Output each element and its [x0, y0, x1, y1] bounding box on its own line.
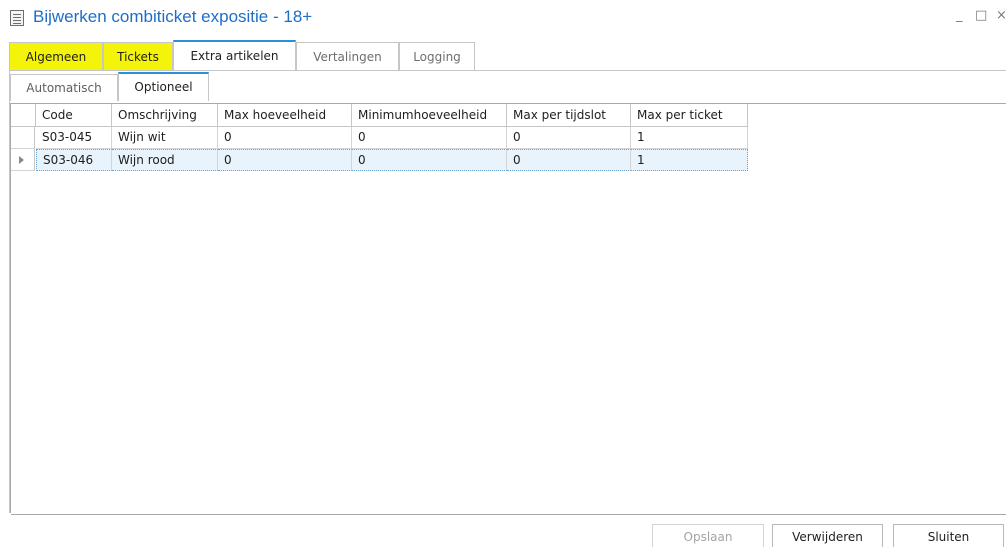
- row-selector[interactable]: [11, 127, 35, 149]
- current-row-arrow-icon: [19, 156, 24, 164]
- column-header-max-per-tijdslot[interactable]: Max per tijdslot: [507, 104, 631, 127]
- subtab-optioneel[interactable]: Optioneel: [118, 72, 209, 101]
- cell-code[interactable]: S03-045: [36, 127, 112, 149]
- row-selector[interactable]: [11, 149, 35, 171]
- articles-grid[interactable]: Code Omschrijving Max hoeveelheid Minimu…: [10, 103, 1006, 515]
- cell-max-per-ticket[interactable]: 1: [631, 149, 748, 171]
- column-header-code[interactable]: Code: [36, 104, 112, 127]
- cell-max-per-ticket[interactable]: 1: [631, 127, 748, 149]
- tab-algemeen[interactable]: Algemeen: [9, 42, 103, 70]
- cell-omschrijving[interactable]: Wijn rood: [112, 149, 218, 171]
- maximize-button[interactable]: □: [975, 8, 987, 23]
- document-icon: [10, 10, 24, 26]
- close-window-button[interactable]: ×: [996, 8, 1006, 23]
- tab-tickets[interactable]: Tickets: [103, 42, 173, 70]
- grid-bottom-border: [11, 514, 1006, 515]
- grid-corner: [11, 104, 36, 127]
- save-button[interactable]: Opslaan: [652, 524, 764, 547]
- column-header-max-hoeveelheid[interactable]: Max hoeveelheid: [218, 104, 352, 127]
- tab-logging[interactable]: Logging: [399, 42, 475, 70]
- cell-max-hoeveelheid[interactable]: 0: [218, 127, 352, 149]
- column-header-minimumhoeveelheid[interactable]: Minimumhoeveelheid: [352, 104, 507, 127]
- cell-max-per-tijdslot[interactable]: 0: [507, 127, 631, 149]
- title-bar: Bijwerken combiticket expositie - 18+ _ …: [0, 0, 1006, 36]
- extra-artikelen-panel: Automatisch Optioneel Code Omschrijving …: [9, 70, 1006, 515]
- window-title: Bijwerken combiticket expositie - 18+: [33, 7, 313, 26]
- subtab-automatisch[interactable]: Automatisch: [10, 74, 118, 101]
- tab-extra-artikelen[interactable]: Extra artikelen: [173, 40, 296, 70]
- cell-minimumhoeveelheid[interactable]: 0: [352, 149, 507, 171]
- delete-button[interactable]: Verwijderen: [772, 524, 883, 547]
- column-header-max-per-ticket[interactable]: Max per ticket: [631, 104, 748, 127]
- column-header-omschrijving[interactable]: Omschrijving: [112, 104, 218, 127]
- cell-omschrijving[interactable]: Wijn wit: [112, 127, 218, 149]
- minimize-button[interactable]: _: [956, 8, 963, 23]
- cell-max-per-tijdslot[interactable]: 0: [507, 149, 631, 171]
- cell-minimumhoeveelheid[interactable]: 0: [352, 127, 507, 149]
- cell-max-hoeveelheid[interactable]: 0: [218, 149, 352, 171]
- close-button[interactable]: Sluiten: [893, 524, 1004, 547]
- cell-code[interactable]: S03-046: [36, 149, 112, 171]
- tab-vertalingen[interactable]: Vertalingen: [296, 42, 399, 70]
